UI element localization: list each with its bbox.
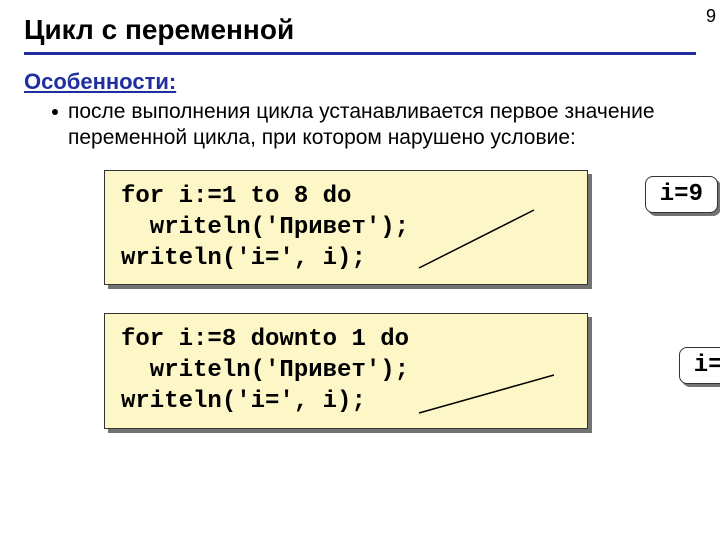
features-heading: Особенности: [24, 69, 696, 95]
page-number: 9 [706, 6, 716, 27]
callout-pointer-icon [414, 208, 544, 278]
code-example-1: for i:=1 to 8 do writeln('Привет'); writ… [104, 170, 696, 286]
page-title: Цикл с переменной [24, 14, 696, 46]
bullet-item: после выполнения цикла устанавливается п… [52, 99, 696, 152]
slide-body: Цикл с переменной Особенности: после вып… [0, 0, 720, 477]
bullet-text: после выполнения цикла устанавливается п… [68, 99, 696, 152]
result-callout: i=0 [679, 347, 720, 384]
title-underline [24, 52, 696, 55]
code-example-2: for i:=8 downto 1 do writeln('Привет'); … [104, 313, 696, 429]
result-callout: i=9 [645, 176, 718, 213]
bullet-dot-icon [52, 109, 58, 115]
callout-pointer-icon [414, 373, 564, 423]
